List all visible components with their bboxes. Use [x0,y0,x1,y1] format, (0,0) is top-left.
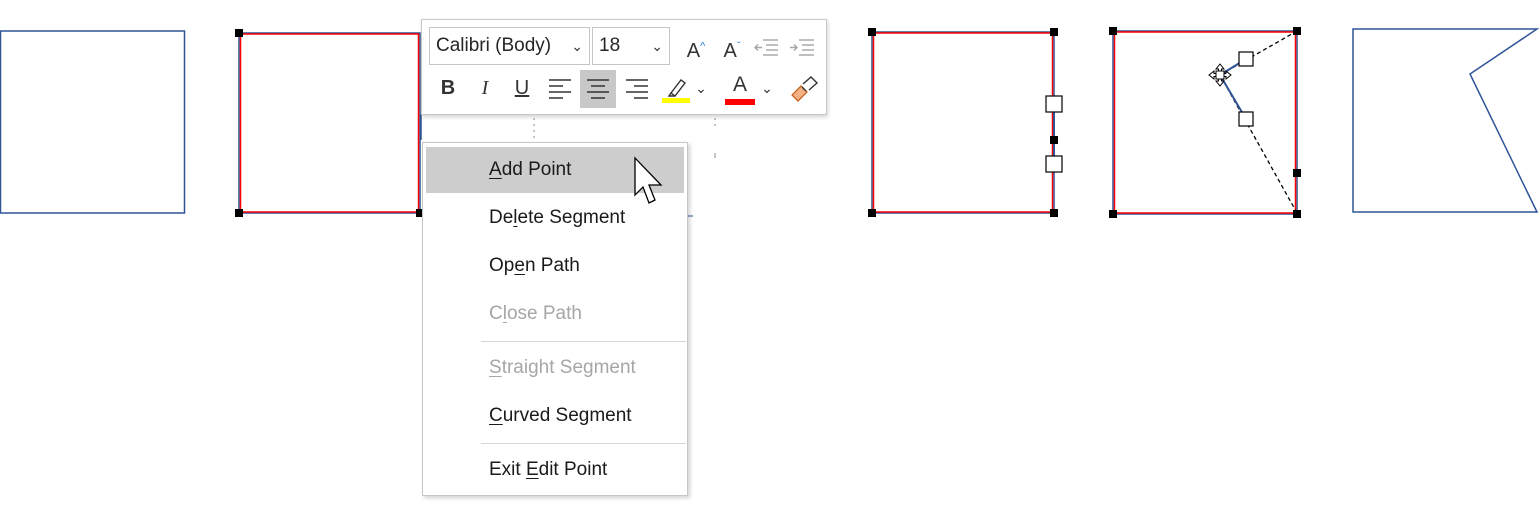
increase-indent-button[interactable] [784,28,820,64]
mini-formatting-toolbar: Calibri (Body) ⌄ 18 ⌄ A^ Aˇ B I U ⌄ A ⌄ [421,19,827,115]
align-right-icon [626,78,648,99]
align-center-icon [587,78,609,99]
chevron-down-icon: ⌄ [695,80,707,96]
chevron-down-icon: ⌄ [571,38,583,54]
font-name-value: Calibri (Body) [436,35,552,56]
underline-icon: U [514,77,530,99]
align-left-icon [549,78,571,99]
italic-icon: I [481,77,489,99]
grow-font-button[interactable]: A^ [678,28,714,64]
align-right-button[interactable] [619,70,655,106]
decrease-indent-button[interactable] [748,28,784,64]
font-size-select[interactable]: 18 ⌄ [592,27,670,65]
italic-button[interactable]: I [467,70,503,106]
mouse-pointer-icon [634,156,663,204]
menu-item-straight-segment: Straight Segment [489,357,636,378]
highlight-dropdown-button[interactable]: ⌄ [690,70,712,106]
font-color-icon: A [732,73,747,96]
bold-button[interactable]: B [430,70,466,106]
menu-separator [481,341,686,342]
shrink-font-icon: Aˇ [723,39,741,62]
font-name-select[interactable]: Calibri (Body) ⌄ [429,27,590,65]
format-painter-button[interactable] [786,70,822,106]
increase-indent-icon [790,39,814,56]
align-left-button[interactable] [542,70,578,106]
shrink-font-button[interactable]: Aˇ [714,28,750,64]
grow-font-icon: A^ [686,39,706,62]
font-color-swatch [725,99,755,105]
decrease-indent-icon [754,39,778,56]
underline-button[interactable]: U [504,70,540,106]
bold-icon: B [440,77,456,99]
menu-item-curved-segment[interactable]: Curved Segment [426,393,684,439]
font-size-value: 18 [599,35,621,56]
highlighter-icon [662,78,690,103]
align-center-button[interactable] [580,70,616,108]
chevron-down-icon: ⌄ [761,80,773,96]
menu-item-exit-edit-point[interactable]: Exit Edit Point [426,447,684,493]
highlight-button[interactable] [658,70,694,106]
menu-item-close-path: Close Path [489,303,582,324]
chevron-down-icon: ⌄ [651,38,663,54]
menu-item-open-path[interactable]: Open Path [426,243,684,289]
font-color-button[interactable]: A [722,70,758,106]
menu-separator [481,443,686,444]
format-painter-icon [791,75,819,102]
font-color-dropdown-button[interactable]: ⌄ [756,70,778,106]
